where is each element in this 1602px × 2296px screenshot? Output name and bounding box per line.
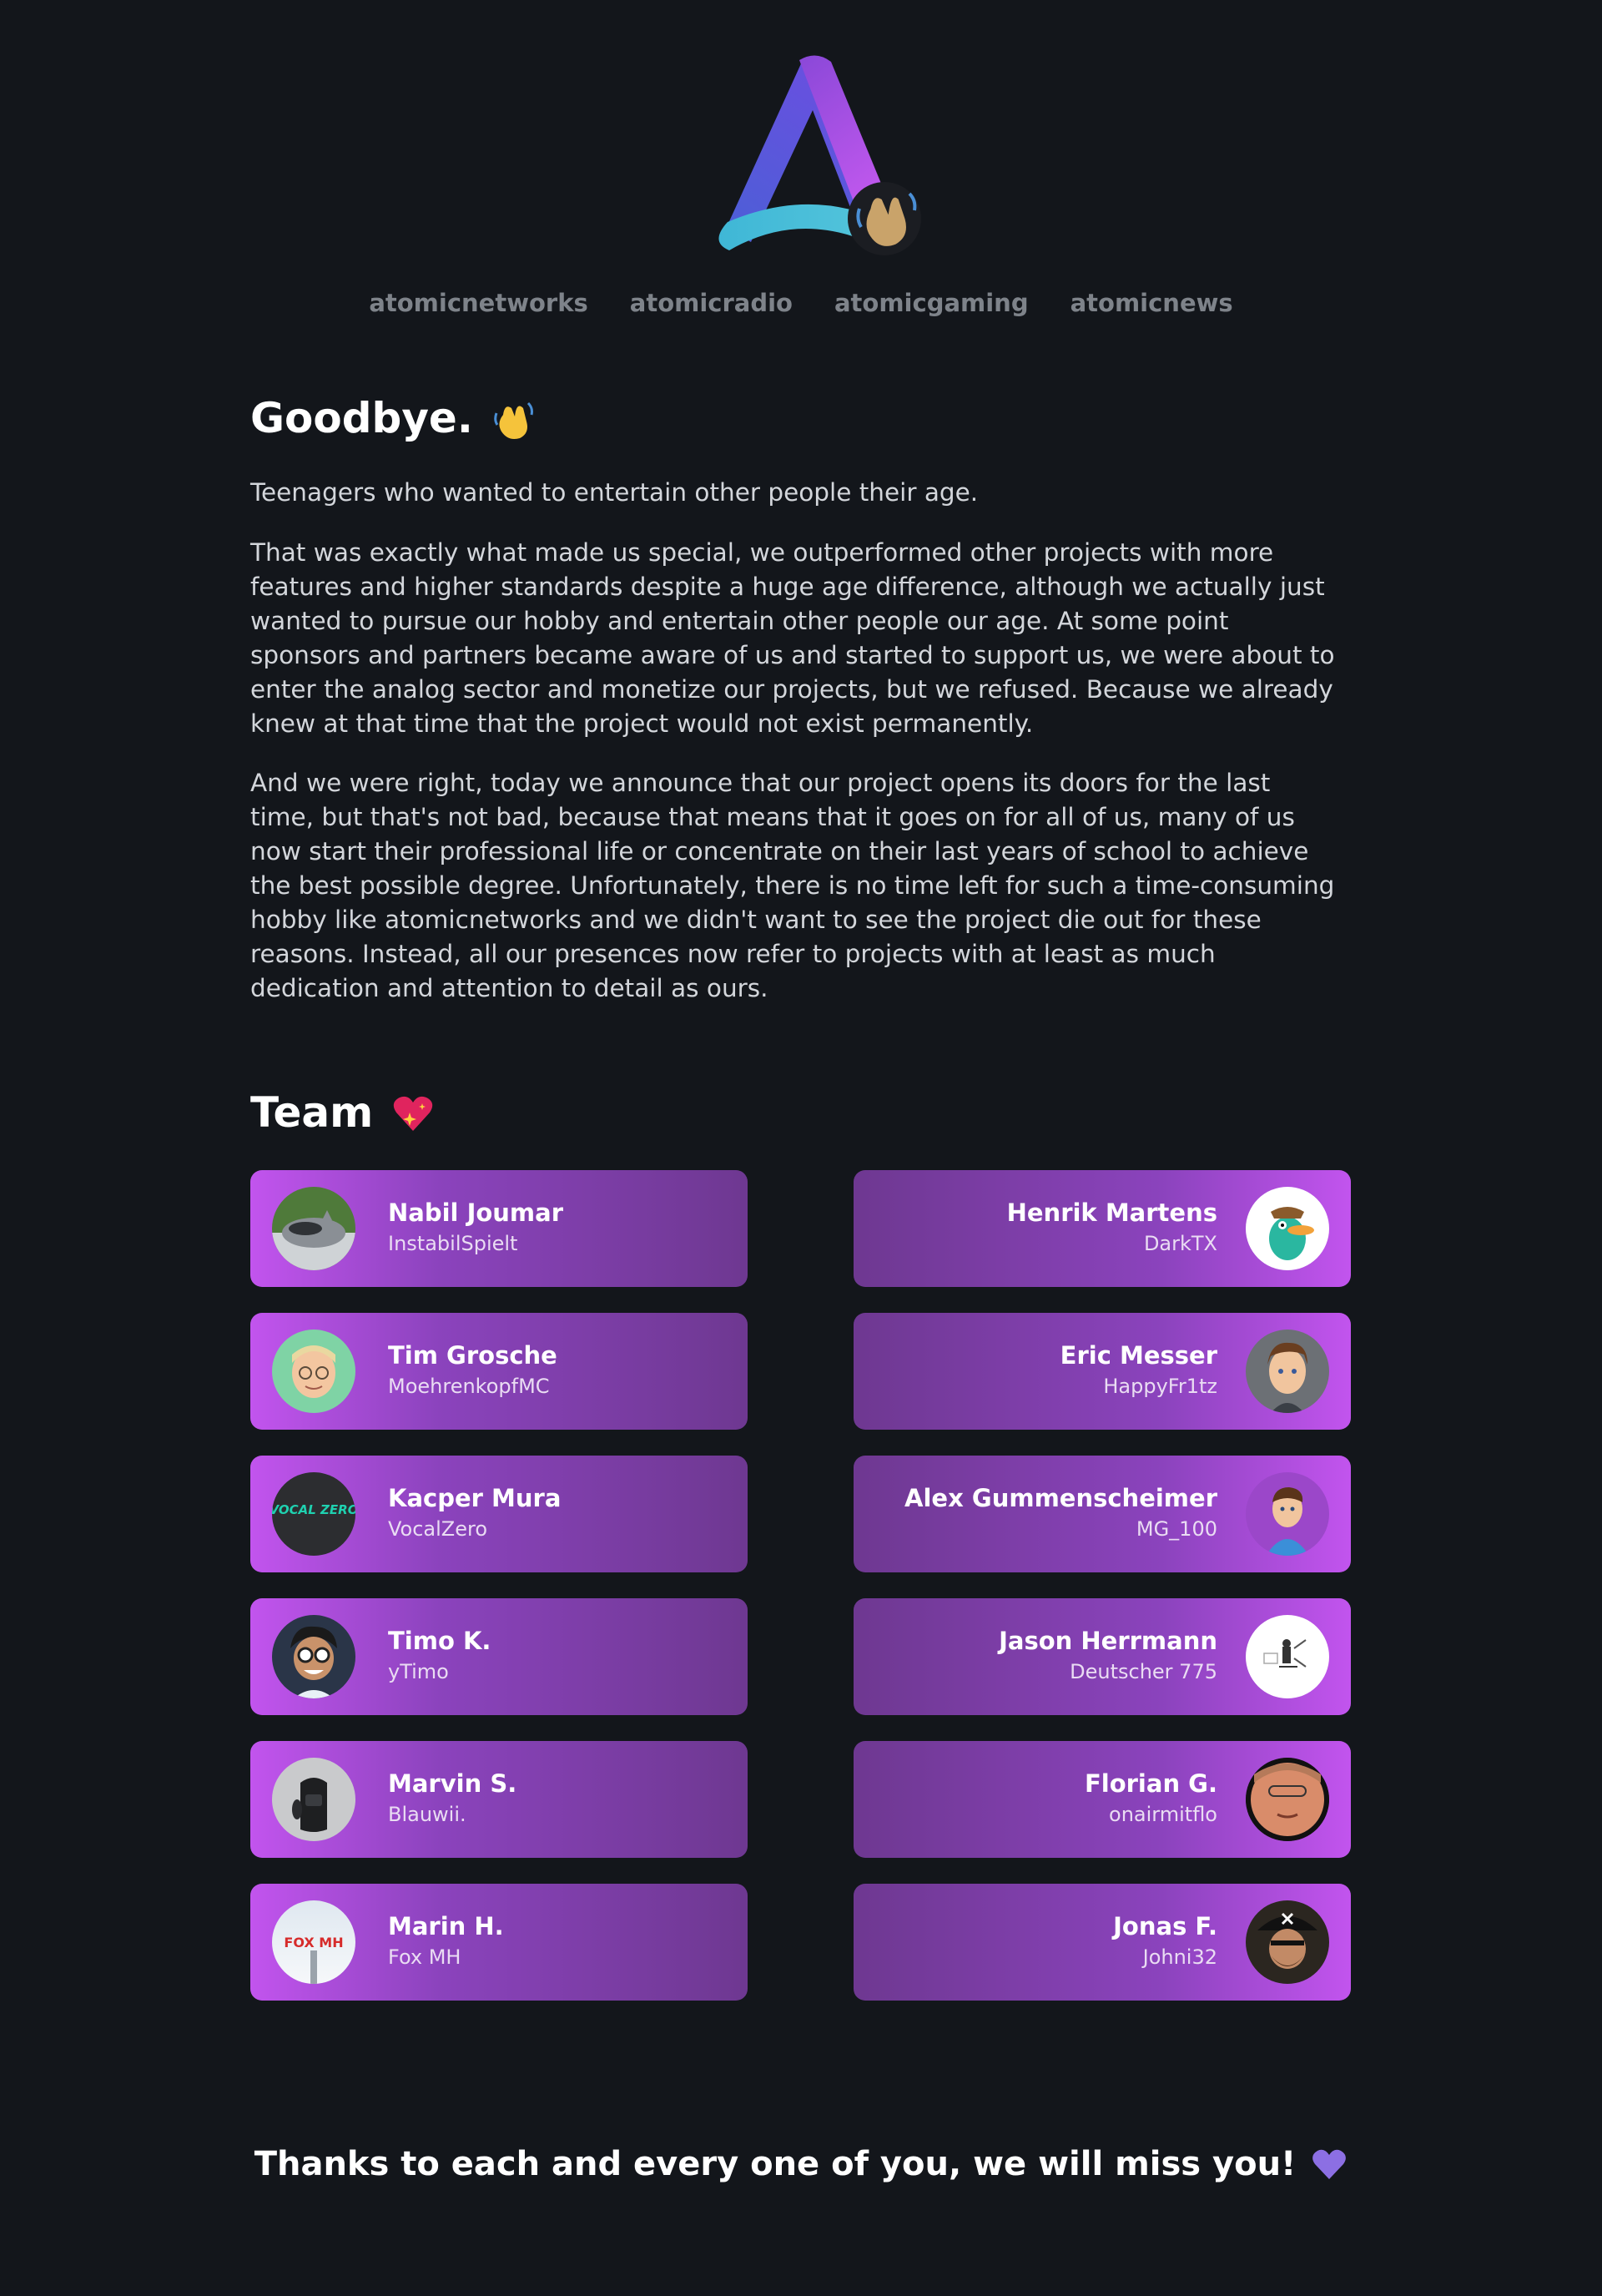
team-card-jason-herrmann[interactable]: Jason Herrmann Deutscher 775 <box>854 1598 1351 1715</box>
member-handle: yTimo <box>388 1660 449 1683</box>
team-card-henrik-martens[interactable]: Henrik Martens DarkTX <box>854 1170 1351 1287</box>
member-handle: onairmitflo <box>1109 1803 1217 1826</box>
backpack-avatar <box>272 1758 355 1841</box>
nav-link-atomicgaming[interactable]: atomicgaming <box>834 289 1029 317</box>
cat-avatar <box>272 1187 355 1270</box>
purple-heart-icon <box>1312 2149 1347 2179</box>
vocalzero-logo-avatar: VOCAL ZERO <box>272 1472 355 1556</box>
foxmh-logo-avatar: FOX MH <box>272 1900 355 1984</box>
member-handle: VocalZero <box>388 1517 488 1541</box>
photo-man-avatar <box>1246 1758 1329 1841</box>
goodbye-title: Goodbye. <box>250 394 473 442</box>
member-handle: MG_100 <box>1136 1517 1217 1541</box>
team-card-timo-k[interactable]: Timo K. yTimo <box>250 1598 748 1715</box>
cartoon-man-blue-shirt-avatar <box>1246 1472 1329 1556</box>
team-card-alex-gummenscheimer[interactable]: Alex Gummenscheimer MG_100 <box>854 1456 1351 1572</box>
foxmh-logo-text: FOX MH <box>284 1935 343 1950</box>
member-name: Timo K. <box>388 1627 491 1655</box>
member-name: Alex Gummenscheimer <box>904 1484 1217 1512</box>
nav-link-atomicradio[interactable]: atomicradio <box>630 289 793 317</box>
member-handle: MoehrenkopfMC <box>388 1375 550 1398</box>
cartoon-man-avatar <box>1246 1330 1329 1413</box>
member-name: Kacper Mura <box>388 1484 562 1512</box>
team-card-florian-g[interactable]: Florian G. onairmitflo <box>854 1741 1351 1858</box>
team-heading: Team <box>250 1088 436 1137</box>
team-card-eric-messer[interactable]: Eric Messer HappyFr1tz <box>854 1313 1351 1430</box>
atomic-logo[interactable] <box>701 50 934 275</box>
waving-hand-icon <box>848 182 921 255</box>
nav-link-atomicnetworks[interactable]: atomicnetworks <box>369 289 587 317</box>
footer-message: Thanks to each and every one of you, we … <box>0 2145 1602 2183</box>
platypus-avatar <box>1246 1187 1329 1270</box>
intro-paragraph: Teenagers who wanted to entertain other … <box>250 478 979 507</box>
member-name: Florian G. <box>1084 1769 1217 1798</box>
member-name: Henrik Martens <box>1006 1198 1217 1227</box>
story-paragraph: That was exactly what made us special, w… <box>250 538 1335 738</box>
member-handle: DarkTX <box>1143 1232 1217 1255</box>
team-card-tim-grosche[interactable]: Tim Grosche MoehrenkopfMC <box>250 1313 748 1430</box>
member-handle: HappyFr1tz <box>1103 1375 1217 1398</box>
member-name: Eric Messer <box>1060 1341 1217 1370</box>
glasses-man-avatar <box>272 1330 355 1413</box>
team-card-marvin-s[interactable]: Marvin S. Blauwii. <box>250 1741 748 1858</box>
sketch-avatar <box>1246 1615 1329 1698</box>
team-title: Team <box>250 1088 374 1137</box>
member-handle: Johni32 <box>1142 1945 1217 1969</box>
top-nav: atomicnetworks atomicradio atomicgaming … <box>0 289 1602 317</box>
team-card-marin-h[interactable]: FOX MH Marin H. Fox MH <box>250 1884 748 2001</box>
nav-link-atomicnews[interactable]: atomicnews <box>1071 289 1233 317</box>
vocalzero-logo-text: VOCAL ZERO <box>272 1502 355 1517</box>
member-name: Marin H. <box>388 1912 504 1940</box>
cartoon-glasses-avatar <box>272 1615 355 1698</box>
member-handle: Deutscher 775 <box>1070 1660 1217 1683</box>
team-card-nabil-joumar[interactable]: Nabil Joumar InstabilSpielt <box>250 1170 748 1287</box>
member-name: Nabil Joumar <box>388 1198 564 1227</box>
member-name: Tim Grosche <box>388 1341 557 1370</box>
footer-text: Thanks to each and every one of you, we … <box>254 2145 1297 2183</box>
closing-paragraph: And we were right, today we announce tha… <box>250 769 1335 1002</box>
team-card-kacper-mura[interactable]: VOCAL ZERO Kacper Mura VocalZero <box>250 1456 748 1572</box>
member-name: Jonas F. <box>1113 1912 1217 1940</box>
member-handle: InstabilSpielt <box>388 1232 518 1255</box>
member-name: Jason Herrmann <box>999 1627 1217 1655</box>
goodbye-heading: Goodbye. <box>250 394 537 442</box>
member-handle: Fox MH <box>388 1945 461 1969</box>
member-handle: Blauwii. <box>388 1803 466 1826</box>
waving-hand-icon <box>494 401 533 439</box>
pirate-avatar <box>1246 1900 1329 1984</box>
sparkling-heart-icon <box>394 1096 433 1131</box>
member-name: Marvin S. <box>388 1769 517 1798</box>
team-card-jonas-f[interactable]: Jonas F. Johni32 <box>854 1884 1351 2001</box>
